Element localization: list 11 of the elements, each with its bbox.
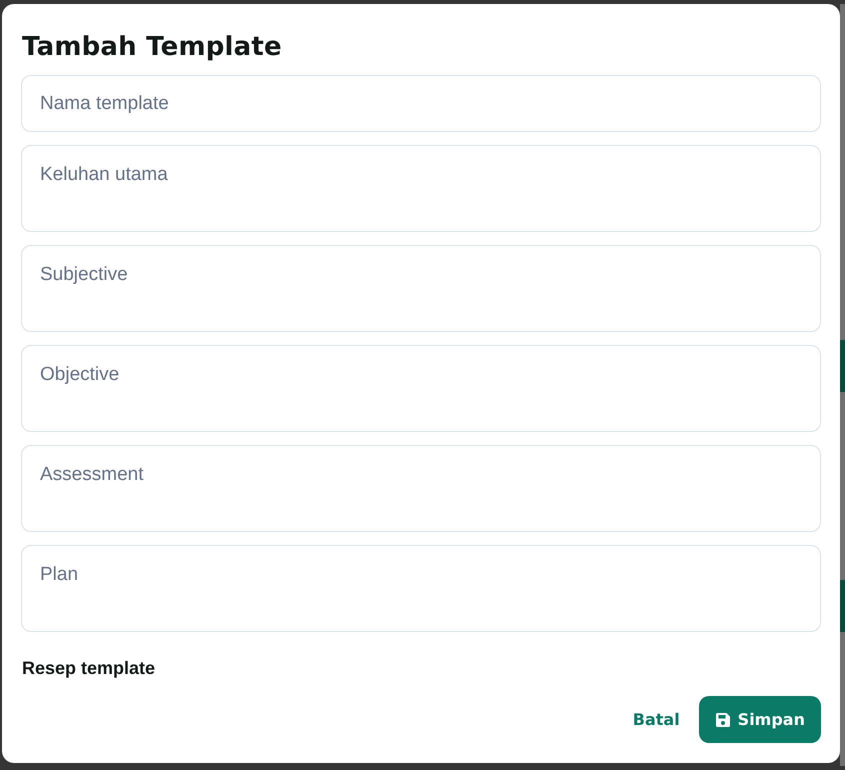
input-field[interactable]: Nama template (21, 75, 821, 132)
textarea-field[interactable]: Subjective (21, 245, 821, 332)
textarea-field[interactable]: Keluhan utama (21, 145, 821, 232)
dialog-title: Tambah Template (22, 32, 282, 62)
cancel-button[interactable]: Batal (632, 706, 680, 733)
save-icon (716, 712, 730, 726)
section-heading: Resep template (22, 657, 156, 679)
textarea-field[interactable]: Plan (21, 545, 821, 632)
textarea-field[interactable]: Assessment (21, 445, 821, 532)
save-button[interactable]: Simpan (698, 696, 821, 743)
textarea-field[interactable]: Objective (21, 345, 821, 432)
